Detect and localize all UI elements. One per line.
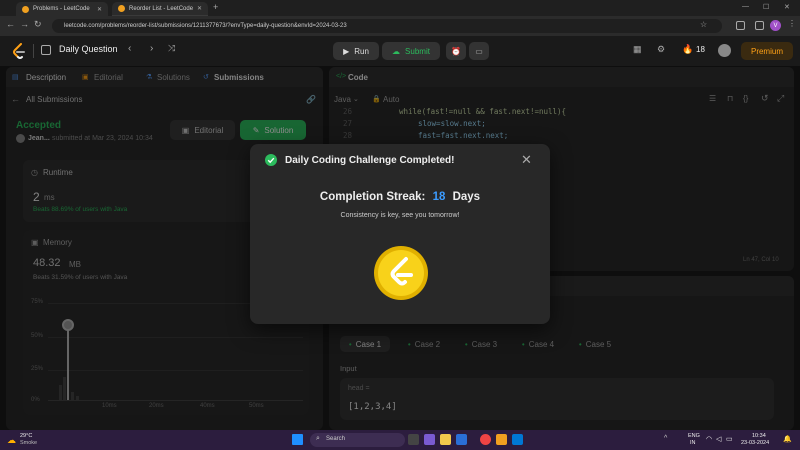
browser-tab[interactable]: Problems - LeetCode ✕: [16, 2, 108, 16]
leetcode-favicon-icon: [22, 5, 29, 13]
streak-suffix: Days: [452, 191, 481, 203]
search-icon: ⌕: [316, 435, 320, 442]
forward-arrow-icon[interactable]: →: [20, 19, 29, 29]
chat-app-icon[interactable]: [424, 434, 435, 445]
vscode-icon[interactable]: [512, 434, 523, 445]
next-question-icon[interactable]: ›: [150, 43, 153, 54]
modal-title: Daily Coding Challenge Completed!: [285, 155, 455, 166]
address-bar[interactable]: leetcode.com/problems/reorder-list/submi…: [52, 19, 722, 33]
maximize-button[interactable]: ☐: [763, 3, 769, 11]
submit-button[interactable]: ☁ Submit: [382, 42, 440, 60]
browser-tab-bar: Problems - LeetCode ✕ Reorder List - Lee…: [0, 0, 800, 16]
close-tab-icon[interactable]: ✕: [97, 6, 102, 13]
shuffle-icon[interactable]: ⤨: [168, 43, 175, 54]
note-icon: ▭: [475, 46, 483, 56]
edge-browser-icon[interactable]: [456, 434, 467, 445]
leetcode-header: Daily Question ‹ › ⤨ ▶ Run ☁ Submit ⏰ ▭ …: [0, 36, 800, 66]
bookmark-star-icon[interactable]: ☆: [700, 20, 707, 29]
play-icon: ▶: [343, 46, 350, 56]
language-indicator[interactable]: ENG: [688, 433, 700, 439]
chevron-up-icon[interactable]: ^: [664, 435, 667, 442]
app-icon[interactable]: [496, 434, 507, 445]
clock-time[interactable]: 10:34: [752, 433, 766, 439]
close-tab-icon[interactable]: ✕: [197, 5, 202, 12]
weather-desc: Smoke: [20, 440, 38, 446]
taskbar-search[interactable]: ⌕ Search: [310, 433, 405, 447]
wifi-icon[interactable]: ◠: [706, 435, 712, 443]
clock-date[interactable]: 23-03-2024: [741, 440, 769, 446]
modal-message: Consistency is key, see you tomorrow!: [340, 212, 460, 219]
calendar-icon[interactable]: [41, 45, 51, 55]
search-placeholder: Search: [326, 436, 346, 442]
gear-icon[interactable]: ⚙: [657, 44, 665, 55]
layout-grid-icon[interactable]: ▦: [633, 44, 642, 55]
region-indicator: IN: [690, 440, 696, 446]
profile-avatar[interactable]: V: [770, 20, 781, 31]
completion-modal: Daily Coding Challenge Completed! ✕ Comp…: [250, 144, 550, 324]
alarm-clock-icon: ⏰: [451, 46, 461, 56]
premium-button[interactable]: Premium: [741, 42, 793, 60]
chrome-icon[interactable]: [480, 434, 491, 445]
fire-streak-icon[interactable]: 🔥: [682, 44, 693, 55]
page-title[interactable]: Daily Question: [59, 44, 118, 54]
browser-tab-active[interactable]: Reorder List - LeetCode ✕: [112, 2, 208, 16]
leetcode-favicon-icon: [118, 5, 125, 12]
extensions-icon[interactable]: [736, 21, 745, 30]
timer-button[interactable]: ⏰: [446, 42, 466, 60]
leetcode-logo-icon[interactable]: [12, 43, 26, 59]
os-taskbar: ☁ 29°C Smoke ⌕ Search ^ ENG IN ◠ ◁ ▭ 10:…: [0, 430, 800, 450]
browser-toolbar: ← → ↻ leetcode.com/problems/reorder-list…: [0, 16, 800, 36]
volume-icon[interactable]: ◁: [716, 435, 721, 443]
task-view-icon[interactable]: [408, 434, 419, 445]
reload-icon[interactable]: ↻: [34, 19, 42, 30]
browser-menu-icon[interactable]: ⋮: [788, 19, 796, 28]
file-explorer-icon[interactable]: [440, 434, 451, 445]
weather-temp: 29°C: [20, 433, 33, 439]
close-icon[interactable]: ✕: [521, 152, 532, 168]
leetcode-coin-icon: [374, 246, 428, 300]
back-arrow-icon[interactable]: ←: [6, 19, 15, 29]
streak-prefix: Completion Streak:: [319, 191, 426, 203]
run-button[interactable]: ▶ Run: [333, 42, 379, 60]
streak-count: 18: [696, 45, 705, 54]
divider: [33, 44, 34, 58]
battery-icon[interactable]: ▭: [726, 435, 733, 443]
new-tab-button[interactable]: +: [213, 2, 218, 12]
streak-line: Completion Streak: 18 Days: [250, 191, 550, 203]
notes-button[interactable]: ▭: [469, 42, 489, 60]
notification-bell-icon[interactable]: 🔔: [783, 435, 792, 443]
close-window-button[interactable]: ✕: [784, 3, 790, 11]
windows-start-icon[interactable]: [292, 434, 303, 445]
prev-question-icon[interactable]: ‹: [128, 43, 131, 54]
sidebar-icon[interactable]: [755, 21, 764, 30]
streak-value: 18: [432, 191, 446, 203]
check-circle-icon: [265, 154, 277, 166]
upload-cloud-icon: ☁: [392, 46, 401, 56]
weather-icon[interactable]: ☁: [7, 435, 16, 446]
avatar[interactable]: [718, 44, 731, 57]
minimize-button[interactable]: —: [742, 3, 749, 10]
